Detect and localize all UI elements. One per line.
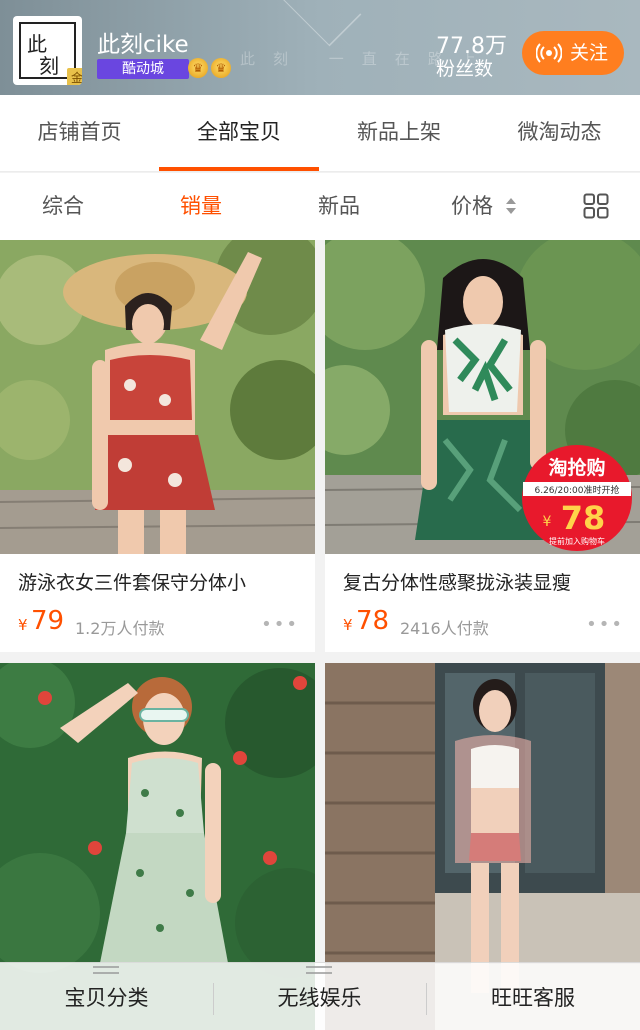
menu-customer-service[interactable]: 旺旺客服 xyxy=(426,963,640,1030)
sort-sales[interactable]: 销量 xyxy=(180,173,222,240)
sort-bar: 综合 销量 新品 价格 xyxy=(0,173,640,240)
sort-arrows-icon xyxy=(506,198,516,214)
shop-header: 此刻 一直在路上 此 刻 金 此刻cike 酷动城 ♛ ♛ 77.8万 粉丝数 … xyxy=(0,0,640,95)
sales-count: 2416人付款 xyxy=(400,619,489,638)
tab-weitao[interactable]: 微淘动态 xyxy=(479,95,640,172)
product-image xyxy=(0,240,315,554)
fans-label: 粉丝数 xyxy=(436,58,494,80)
promo-currency: ¥ xyxy=(543,514,552,530)
product-title: 游泳衣女三件套保守分体小 xyxy=(18,572,247,594)
shop-logo[interactable]: 此 刻 金 xyxy=(13,16,82,85)
sort-newest[interactable]: 新品 xyxy=(318,173,360,240)
shop-tabs: 店铺首页 全部宝贝 新品上架 微淘动态 xyxy=(0,95,640,172)
shop-name[interactable]: 此刻cike xyxy=(97,25,189,59)
hamburger-icon xyxy=(93,966,119,974)
product-card[interactable]: 淘抢购 6.26/20:00准时开抢 ¥ 78 提前加入购物车 复古分体性感聚拢… xyxy=(325,240,640,652)
tab-all-items[interactable]: 全部宝贝 xyxy=(159,95,319,172)
follow-label: 关注 xyxy=(570,42,609,64)
gold-badge: 金 xyxy=(67,68,82,85)
menu-label: 无线娱乐 xyxy=(277,986,362,1010)
product-price: 79 xyxy=(31,606,65,636)
hamburger-icon xyxy=(306,966,332,974)
more-dots-icon[interactable]: ••• xyxy=(586,616,624,634)
sort-price[interactable]: 价格 xyxy=(451,173,493,240)
currency-symbol: ¥ xyxy=(343,616,353,634)
crown-icon: ♛ xyxy=(188,58,208,78)
menu-label: 旺旺客服 xyxy=(491,986,575,1010)
menu-categories[interactable]: 宝贝分类 xyxy=(0,963,213,1030)
tab-home[interactable]: 店铺首页 xyxy=(0,95,159,172)
grid-view-icon[interactable] xyxy=(583,193,609,219)
more-dots-icon[interactable]: ••• xyxy=(261,616,299,634)
promo-note: 提前加入购物车 xyxy=(549,536,605,546)
mall-badge: 酷动城 xyxy=(97,59,189,79)
menu-entertainment[interactable]: 无线娱乐 xyxy=(213,963,426,1030)
currency-symbol: ¥ xyxy=(18,616,28,634)
tab-new-arrivals[interactable]: 新品上架 xyxy=(319,95,479,172)
product-price: 78 xyxy=(356,606,390,636)
bottom-menu: 宝贝分类 无线娱乐 旺旺客服 xyxy=(0,962,640,1030)
promo-price: 78 xyxy=(561,499,606,537)
crown-icon: ♛ xyxy=(211,58,231,78)
follow-button[interactable]: 关注 xyxy=(522,31,624,75)
promo-name: 淘抢购 xyxy=(548,456,605,479)
menu-label: 宝贝分类 xyxy=(64,986,149,1010)
promo-time: 6.26/20:00准时开抢 xyxy=(534,484,619,496)
header-decoration xyxy=(278,0,362,47)
radio-waves-icon xyxy=(536,43,562,63)
promo-badge: 淘抢购 6.26/20:00准时开抢 ¥ 78 提前加入购物车 xyxy=(522,445,632,551)
sales-count: 1.2万人付款 xyxy=(75,619,165,638)
product-card[interactable]: 游泳衣女三件套保守分体小 ¥ 79 1.2万人付款 ••• xyxy=(0,240,315,652)
active-tab-indicator xyxy=(159,167,319,171)
sort-default[interactable]: 综合 xyxy=(42,173,84,240)
logo-char: 刻 xyxy=(39,54,59,78)
product-title: 复古分体性感聚拢泳装显瘦 xyxy=(343,572,572,594)
